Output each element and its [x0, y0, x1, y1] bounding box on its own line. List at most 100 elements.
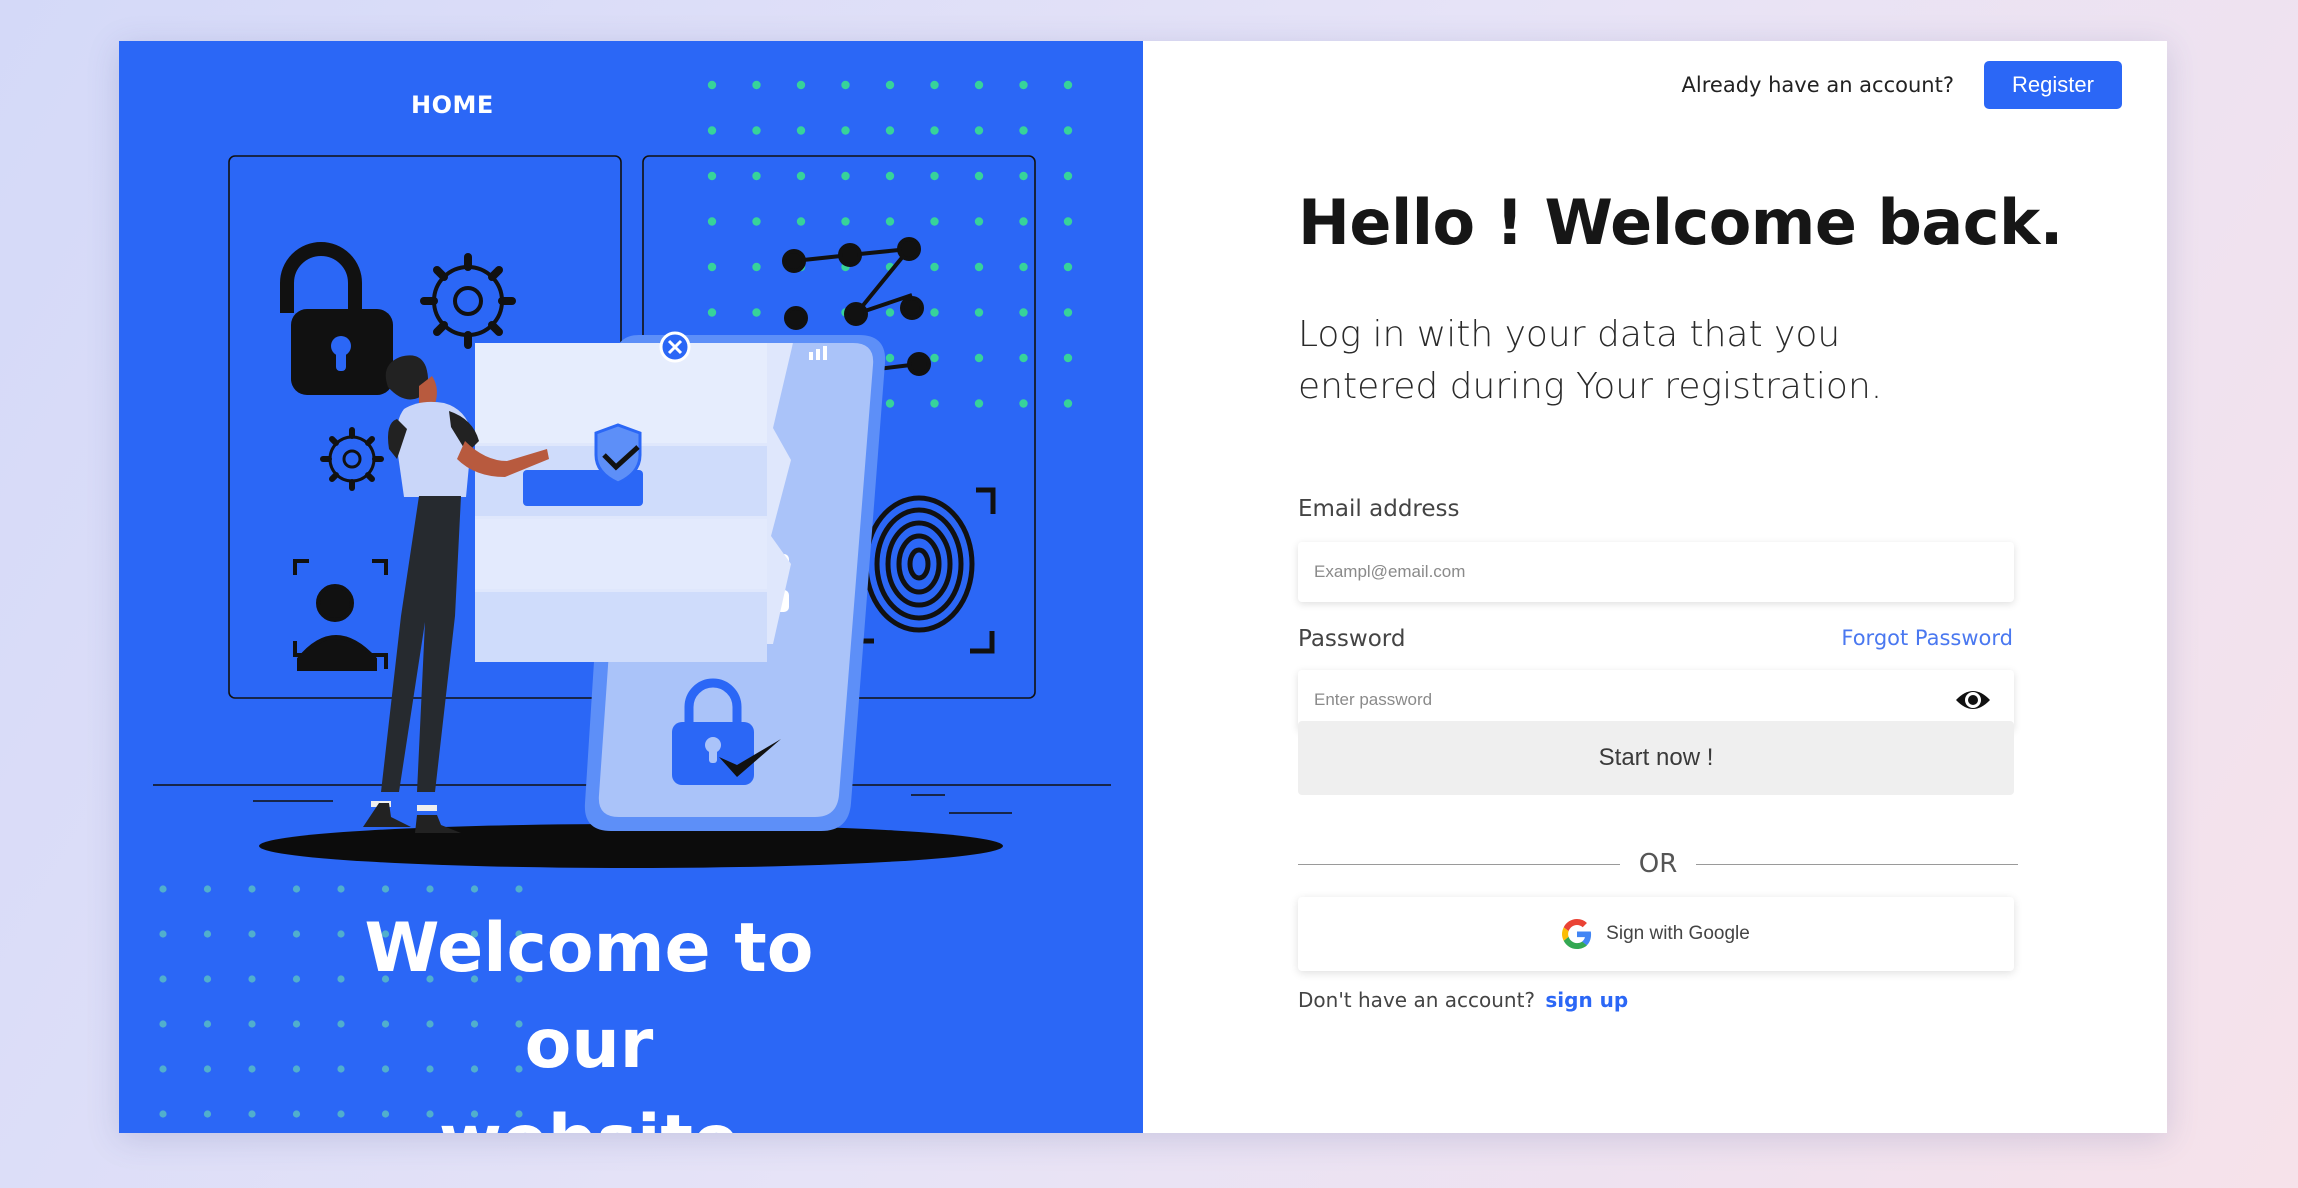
decor-dot [248, 930, 256, 938]
signup-link[interactable]: sign up [1545, 988, 1628, 1012]
decor-dot [930, 126, 939, 135]
hero-panel: ***** [119, 41, 1143, 1133]
decor-dot [707, 171, 717, 181]
page-subtitle: Log in with your data that you entered d… [1298, 314, 1883, 407]
decor-dot [885, 171, 895, 181]
decor-dot [1063, 217, 1073, 226]
decor-dot [707, 126, 717, 135]
decor-dot [1019, 262, 1028, 272]
welcome-line-2: website [299, 1093, 879, 1133]
decor-dot [930, 171, 939, 181]
decor-dot [248, 1110, 256, 1118]
decor-dot [1019, 126, 1028, 135]
login-form-card [475, 331, 793, 662]
decor-dot [752, 217, 761, 226]
google-label: Sign with Google [1606, 923, 1750, 944]
divider-line-left [1298, 864, 1620, 865]
decor-dot [885, 217, 895, 226]
home-link[interactable]: HOME [411, 91, 494, 119]
decor-dot [885, 80, 895, 90]
decor-dot [1063, 80, 1073, 90]
decor-dot [752, 126, 761, 135]
email-input[interactable] [1298, 542, 2014, 602]
account-bar: Already have an account? Register [1682, 61, 2122, 109]
decor-dot [930, 353, 939, 363]
signup-row: Don't have an account? sign up [1298, 988, 1628, 1012]
decor-dot [1063, 126, 1073, 135]
decor-dot [1019, 399, 1028, 408]
decor-dot [841, 80, 850, 90]
email-label: Email address [1298, 496, 1460, 522]
decor-dot [1063, 262, 1073, 272]
decor-dot [1019, 217, 1028, 226]
decor-dot [159, 885, 167, 893]
decor-dot [1063, 353, 1073, 363]
no-account-text: Don't have an account? [1298, 988, 1536, 1012]
password-label: Password [1298, 626, 1406, 652]
decor-dot [974, 353, 984, 363]
decor-dot [974, 126, 984, 135]
decor-dot [885, 308, 895, 317]
decor-dot [707, 80, 717, 90]
decor-dot [1019, 171, 1028, 181]
decor-dot [203, 1110, 212, 1118]
decor-dot [707, 308, 717, 317]
decor-dot [1063, 171, 1073, 181]
or-text: OR [1638, 849, 1678, 879]
decor-dot [974, 262, 984, 272]
start-now-button[interactable]: Start now ! [1298, 721, 2014, 795]
eye-icon[interactable] [1954, 686, 1992, 714]
decor-dot [1019, 308, 1028, 317]
welcome-line-1: Welcome to our [364, 909, 814, 1084]
decor-dot [974, 217, 984, 226]
forgot-password-link[interactable]: Forgot Password [1841, 626, 2013, 650]
google-icon [1562, 919, 1592, 949]
decor-dot [203, 1065, 212, 1073]
decor-dot [796, 217, 806, 226]
decor-dot [841, 217, 850, 226]
decor-dot [796, 126, 806, 135]
decor-dot [1063, 399, 1073, 408]
decor-dot [974, 171, 984, 181]
login-card: ***** [119, 41, 2167, 1133]
decor-dot [841, 171, 850, 181]
page-title: Hello ! Welcome back. [1298, 186, 2063, 259]
decor-dot [930, 308, 939, 317]
decor-dot [796, 80, 806, 90]
decor-dot [248, 1020, 256, 1028]
divider-line-right [1696, 864, 2018, 865]
decor-dot [203, 930, 212, 938]
login-panel: Already have an account? Register Hello … [1143, 41, 2167, 1133]
decor-dot [515, 885, 523, 893]
decor-dot [159, 1020, 167, 1028]
decor-dot [707, 262, 717, 272]
decor-dot [159, 1110, 167, 1118]
decor-dot [707, 217, 717, 226]
welcome-heading: Welcome to our website [299, 901, 879, 1133]
decor-dot [1063, 308, 1073, 317]
decor-dot [337, 885, 345, 893]
decor-dot [885, 126, 895, 135]
small-gear-icon [320, 427, 384, 491]
decor-dot [841, 126, 850, 135]
decor-dot [974, 80, 984, 90]
decor-dot [752, 262, 761, 272]
decor-dot [885, 399, 895, 408]
have-account-text: Already have an account? [1681, 73, 1954, 97]
decor-dot [203, 975, 212, 983]
email-field-wrapper [1298, 542, 2014, 602]
google-signin-button[interactable]: Sign with Google [1298, 897, 2014, 971]
lock-icon [280, 242, 393, 395]
decor-dot [203, 1020, 212, 1028]
decor-dot [159, 1065, 167, 1073]
decor-dot [930, 399, 939, 408]
decor-dot [159, 975, 167, 983]
register-button[interactable]: Register [1984, 61, 2122, 109]
decor-dot [930, 80, 939, 90]
decor-dot [930, 217, 939, 226]
decor-dot [1019, 80, 1028, 90]
decor-dot [974, 399, 984, 408]
face-scan-icon [293, 559, 388, 671]
decor-dot [885, 353, 895, 363]
decor-dot [470, 885, 479, 893]
